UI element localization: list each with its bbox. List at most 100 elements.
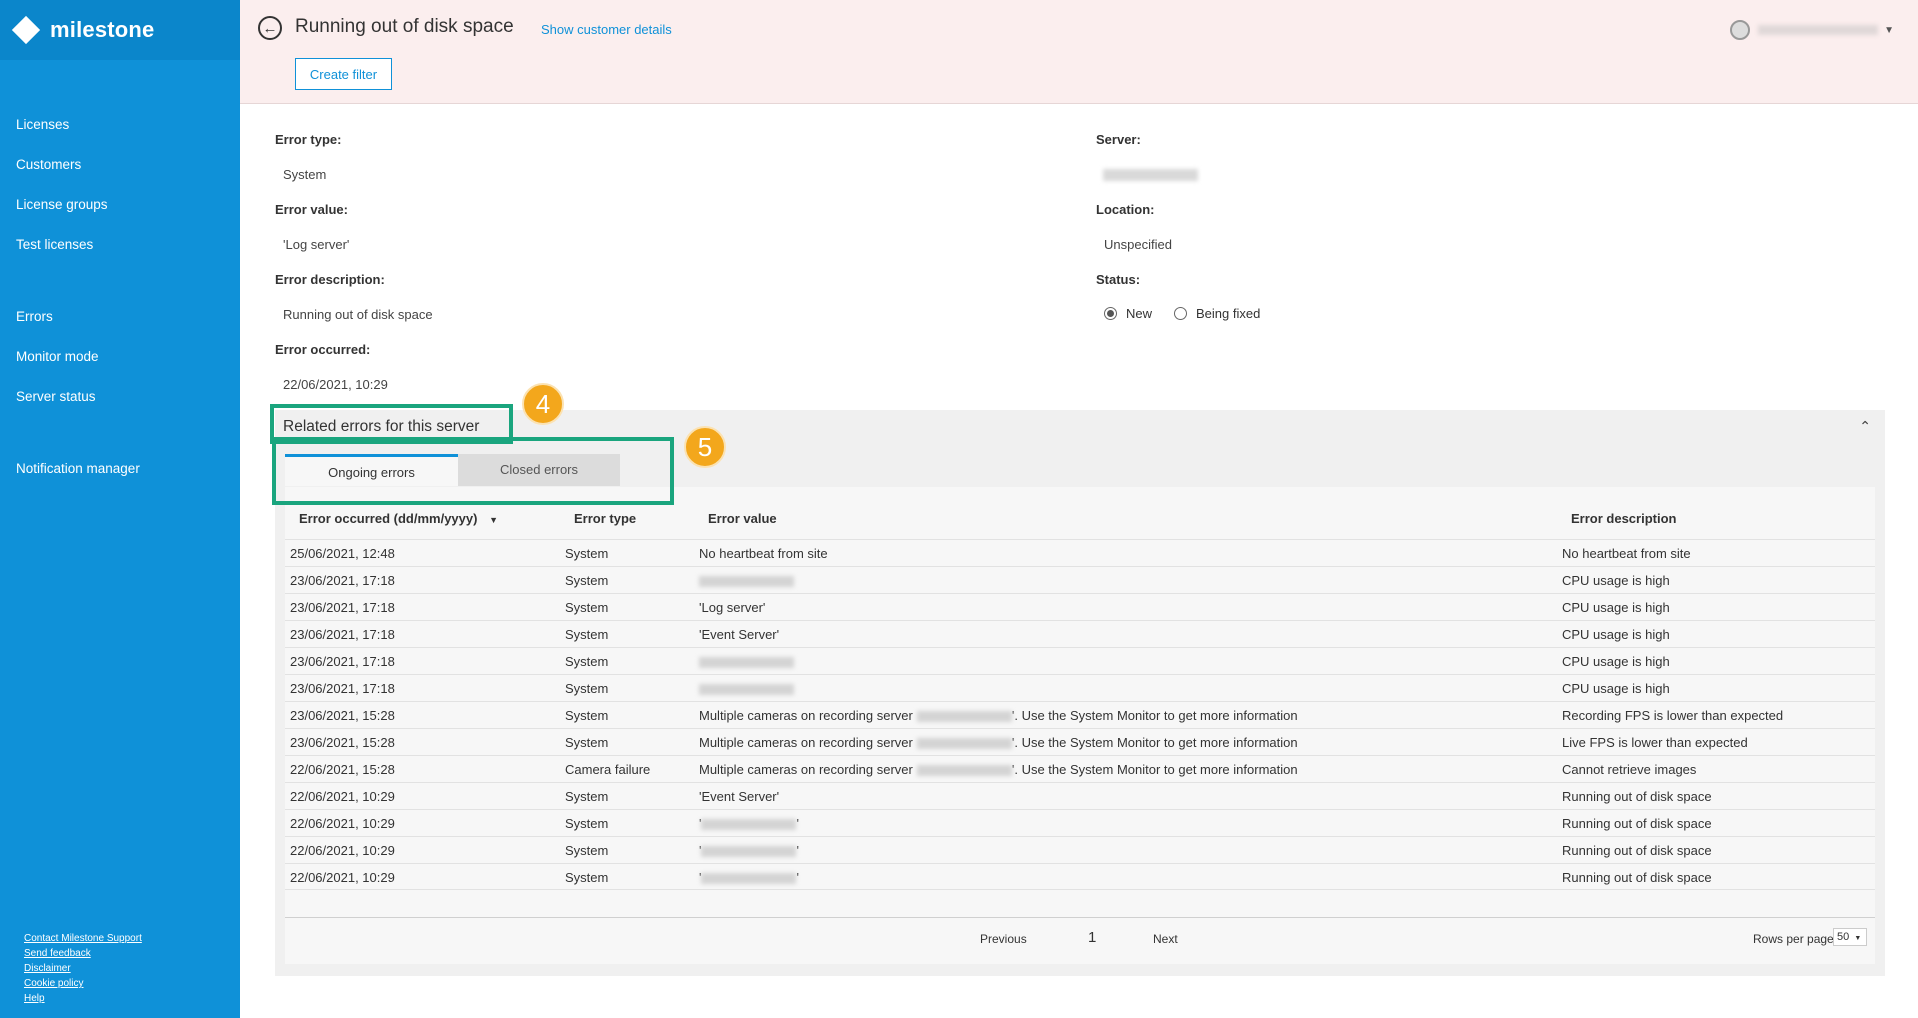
column-header-error-occurred[interactable]: Error occurred (dd/mm/yyyy) ▼ [299,511,498,526]
cell-error-description: Cannot retrieve images [1562,762,1697,777]
cell-error-occurred: 23/06/2021, 15:28 [290,735,395,750]
table-row[interactable]: 23/06/2021, 15:28 System Multiple cameras … [285,728,1875,755]
cell-error-occurred: 23/06/2021, 15:28 [290,708,395,723]
column-header-error-description[interactable]: Error description [1571,511,1676,526]
cell-error-value: 'Event Server' [699,789,780,804]
sidebar-item-errors[interactable]: Errors [16,297,240,337]
brand-logo[interactable]: milestone [0,0,240,60]
show-customer-details-link[interactable]: Show customer details [541,22,672,37]
sidebar-item-test-licenses[interactable]: Test licenses [16,225,240,265]
previous-page-button[interactable]: Previous [980,932,1027,946]
cell-error-type: System [565,870,609,885]
cell-error-value: 'Event Server' [699,627,780,642]
page-number[interactable]: 1 [1088,929,1096,946]
cell-error-description: Recording FPS is lower than expected [1562,708,1784,723]
redacted-server-name [916,738,1012,750]
server-value-redacted [1103,169,1198,181]
cell-error-value: Multiple cameras on recording server '. U… [699,735,1298,750]
sidebar-item-server-status[interactable]: Server status [16,377,240,417]
table-row[interactable]: 22/06/2021, 10:29 System ' ' Running out of … [285,836,1875,863]
column-header-error-value[interactable]: Error value [708,511,777,526]
user-menu[interactable]: ▼ [1730,20,1894,40]
cell-error-occurred: 22/06/2021, 10:29 [290,843,395,858]
callout-badge-4: 4 [522,383,564,425]
cell-error-description: CPU usage is high [1562,600,1670,615]
table-row[interactable]: 23/06/2021, 17:18 System CPU usage is high [285,647,1875,674]
cookie-policy-link[interactable]: Cookie policy [24,976,142,991]
sort-descending-icon: ▼ [489,515,498,525]
table-row[interactable]: 23/06/2021, 17:18 System CPU usage is high [285,566,1875,593]
table-row[interactable]: 23/06/2021, 17:18 System 'Log server' CPU u… [285,593,1875,620]
table-row[interactable]: 22/06/2021, 15:28 Camera failure Multiple … [285,755,1875,782]
table-row[interactable]: 22/06/2021, 10:29 System 'Event Server' Run… [285,782,1875,809]
cell-error-occurred: 23/06/2021, 17:18 [290,600,395,615]
cell-error-occurred: 23/06/2021, 17:18 [290,681,395,696]
cell-error-type: System [565,708,609,723]
cell-error-description: CPU usage is high [1562,627,1670,642]
cell-error-value: ' ' [699,870,799,885]
error-occurred-label: Error occurred: [275,342,371,357]
error-value-prefix: Multiple cameras on recording server [699,708,913,723]
chevron-down-icon[interactable]: ▼ [1884,25,1894,36]
callout-highlight-5 [272,437,674,505]
table-row[interactable]: 22/06/2021, 10:29 System ' ' Running out of … [285,863,1875,890]
pagination: Previous 1 Next Rows per page 50 ▼ [285,917,1875,957]
create-filter-button[interactable]: Create filter [295,58,392,90]
sidebar-item-licenses[interactable]: Licenses [16,105,240,145]
chevron-up-icon[interactable]: ⌃ [1859,418,1871,435]
cell-error-value: ' ' [699,816,799,831]
redacted-server-name [699,576,794,588]
rows-per-page-select[interactable]: 50 ▼ [1833,928,1867,946]
cell-error-type: System [565,681,609,696]
error-description-label: Error description: [275,272,385,287]
cell-error-value: Multiple cameras on recording server '. U… [699,708,1298,723]
cell-error-occurred: 23/06/2021, 17:18 [290,627,395,642]
nav-group-notifications: Notification manager [0,449,240,489]
table-row[interactable]: 23/06/2021, 17:18 System 'Event Server' CPU… [285,620,1875,647]
cell-error-description: CPU usage is high [1562,573,1670,588]
cell-error-description: Running out of disk space [1562,789,1712,804]
table-row[interactable]: 23/06/2021, 15:28 System Multiple cameras … [285,701,1875,728]
cell-error-occurred: 23/06/2021, 17:18 [290,654,395,669]
help-link[interactable]: Help [24,991,142,1006]
error-type-value: System [283,167,327,182]
redacted-server-name [701,873,797,885]
table-row[interactable]: 25/06/2021, 12:48 System No heartbeat from… [285,539,1875,566]
sidebar-item-monitor-mode[interactable]: Monitor mode [16,337,240,377]
location-label: Location: [1096,202,1155,217]
redacted-server-name [701,846,797,858]
page-title: Running out of disk space [295,16,514,37]
column-header-error-type[interactable]: Error type [574,511,636,526]
sidebar-item-notification-manager[interactable]: Notification manager [16,449,240,489]
error-value-suffix: ' [796,843,799,858]
cell-error-description: CPU usage is high [1562,654,1670,669]
error-description-value: Running out of disk space [283,307,433,322]
sidebar: milestone Licenses Customers License gro… [0,0,240,1018]
error-occurred-value: 22/06/2021, 10:29 [283,377,388,392]
table-row[interactable]: 23/06/2021, 17:18 System CPU usage is high [285,674,1875,701]
status-being-fixed-radio[interactable] [1174,307,1188,320]
sidebar-item-license-groups[interactable]: License groups [16,185,240,225]
error-value-suffix: ' [796,870,799,885]
cell-error-occurred: 25/06/2021, 12:48 [290,546,395,561]
error-type-label: Error type: [275,132,342,147]
sidebar-item-customers[interactable]: Customers [16,145,240,185]
sidebar-footer: Contact Milestone Support Send feedback … [24,931,142,1006]
contact-support-link[interactable]: Contact Milestone Support [24,931,142,946]
next-page-button[interactable]: Next [1153,932,1178,946]
error-value-suffix: '. Use the System Monitor to get more in… [1011,762,1298,777]
back-arrow-icon[interactable]: ← [258,16,282,40]
status-new-radio[interactable] [1104,307,1117,320]
error-value-label: Error value: [275,202,348,217]
disclaimer-link[interactable]: Disclaimer [24,961,142,976]
user-email-redacted [1758,25,1879,35]
cell-error-type: System [565,816,609,831]
cell-error-value: No heartbeat from site [699,546,828,561]
cell-error-occurred: 23/06/2021, 17:18 [290,573,395,588]
rows-per-page-label: Rows per page [1753,932,1834,946]
error-value-value: 'Log server' [283,237,350,252]
send-feedback-link[interactable]: Send feedback [24,946,142,961]
cell-error-type: System [565,654,609,669]
table-row[interactable]: 22/06/2021, 10:29 System ' ' Running out of … [285,809,1875,836]
cell-error-value [699,681,794,696]
